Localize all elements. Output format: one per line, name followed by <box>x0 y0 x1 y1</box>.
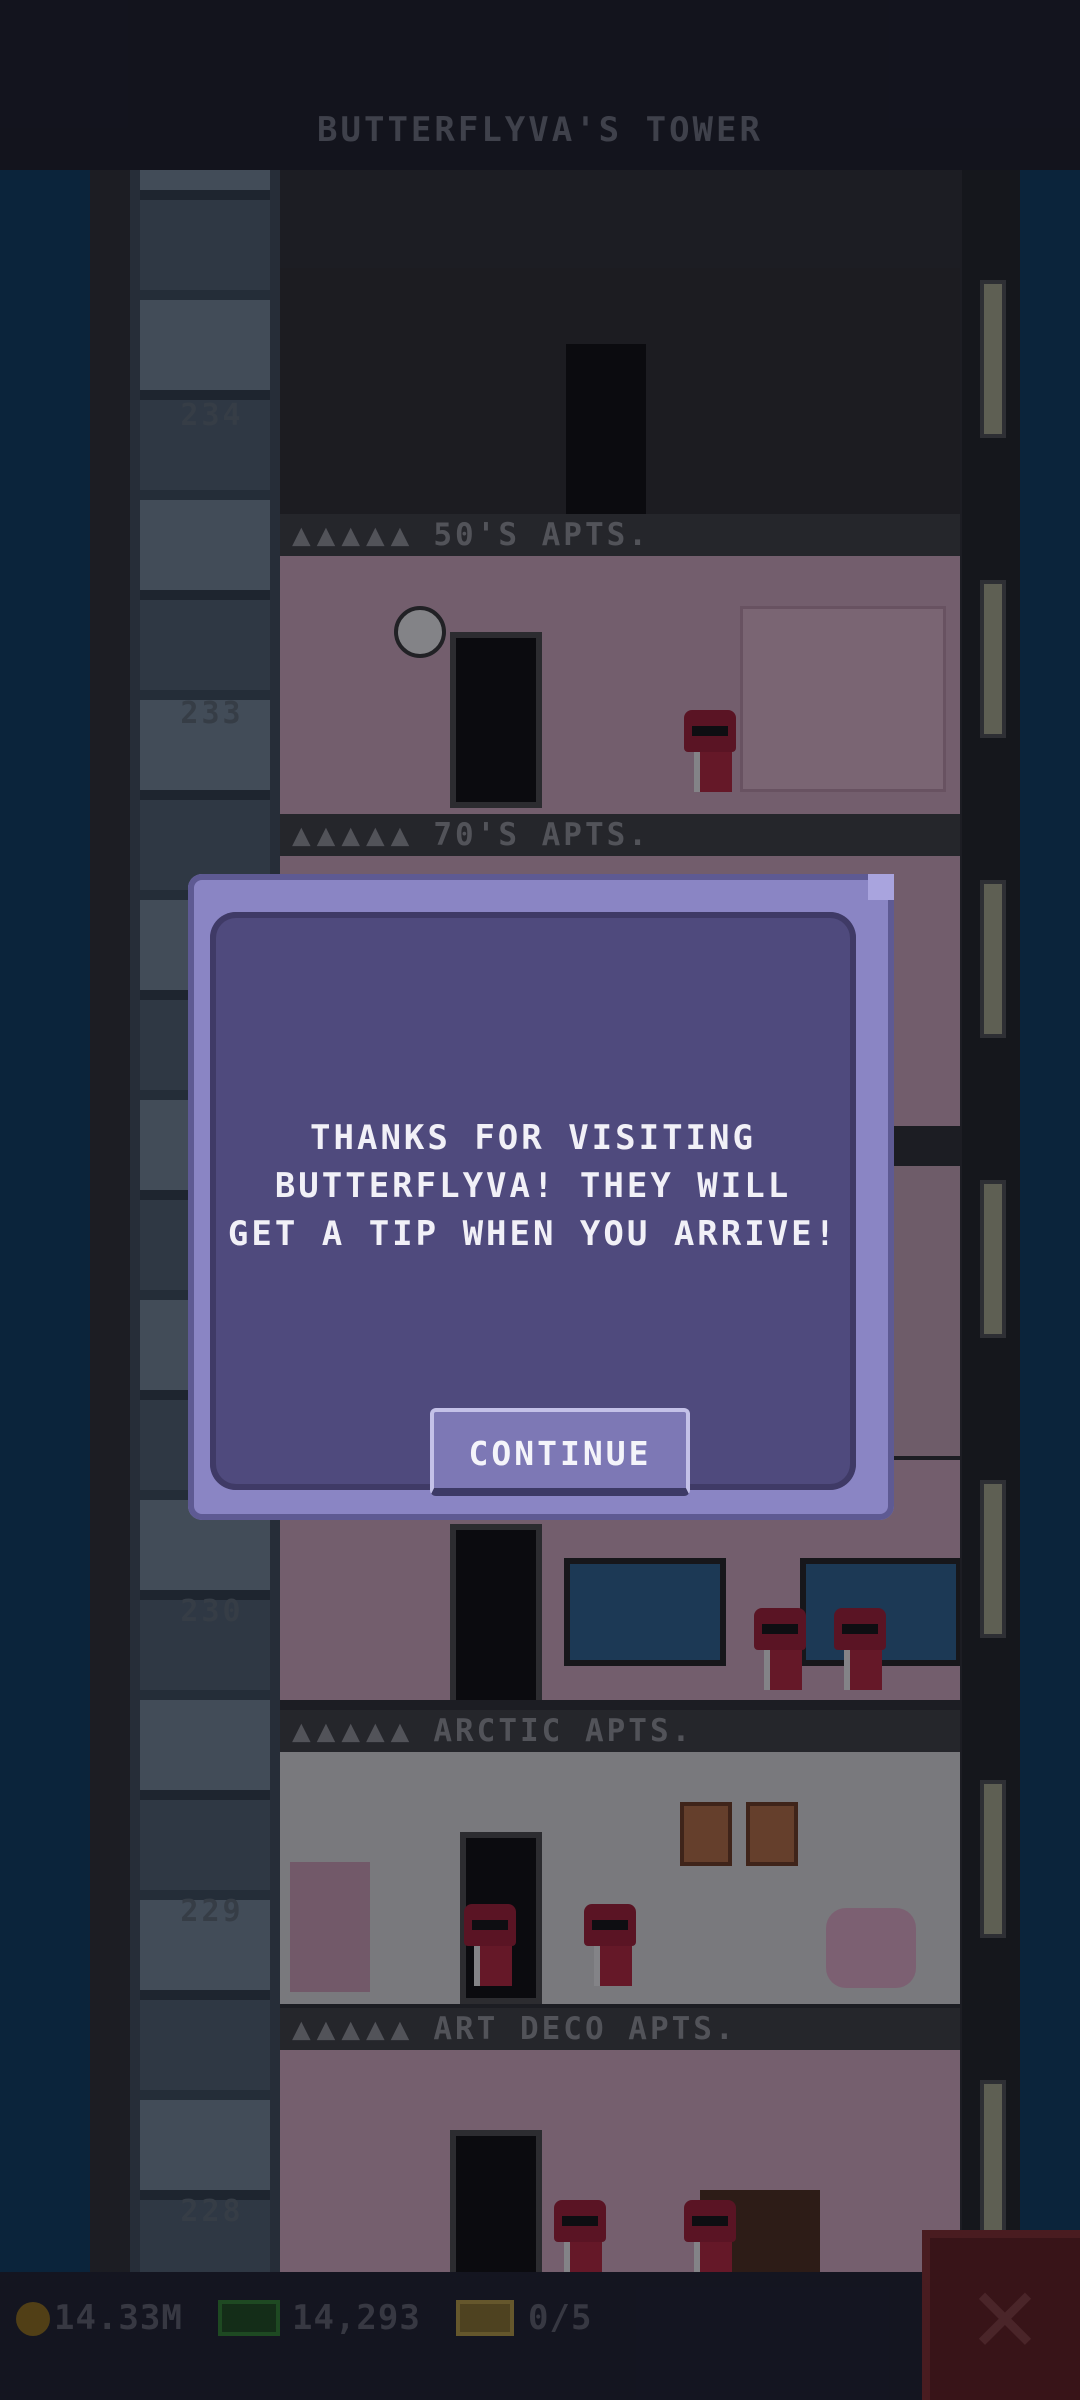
dialog-message: THANKS FOR VISITING BUTTERFLYVA! THEY WI… <box>227 1118 839 1254</box>
dialog-panel: THANKS FOR VISITING BUTTERFLYVA! THEY WI… <box>210 912 856 1496</box>
continue-button[interactable]: CONTINUE <box>430 1408 690 1496</box>
visit-dialog: THANKS FOR VISITING BUTTERFLYVA! THEY WI… <box>188 874 894 1520</box>
